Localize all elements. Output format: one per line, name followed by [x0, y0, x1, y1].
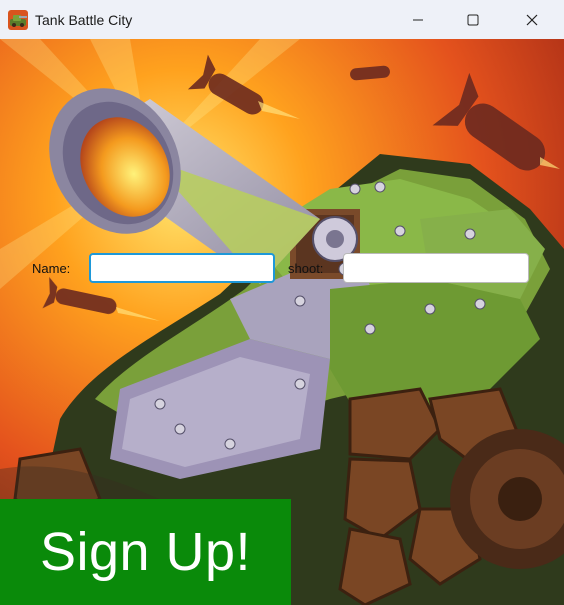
shoot-label: shoot: [288, 261, 324, 276]
close-button[interactable] [503, 0, 561, 39]
maximize-button[interactable] [444, 0, 502, 39]
title-bar[interactable]: Tank Battle City [0, 0, 564, 39]
name-label: Name: [32, 261, 71, 276]
content-area: Name: shoot: Sign Up! [0, 39, 564, 605]
minimize-icon [413, 19, 423, 20]
name-input[interactable] [89, 253, 275, 283]
maximize-icon [467, 14, 479, 25]
shoot-input[interactable] [343, 253, 529, 283]
window-title: Tank Battle City [35, 11, 133, 28]
close-icon [526, 14, 538, 25]
app-window: Tank Battle City Name: shoot: Sign Up! [0, 0, 564, 605]
minimize-button[interactable] [389, 0, 447, 39]
sign-up-button[interactable]: Sign Up! [0, 499, 291, 605]
tank-app-icon [8, 9, 28, 30]
